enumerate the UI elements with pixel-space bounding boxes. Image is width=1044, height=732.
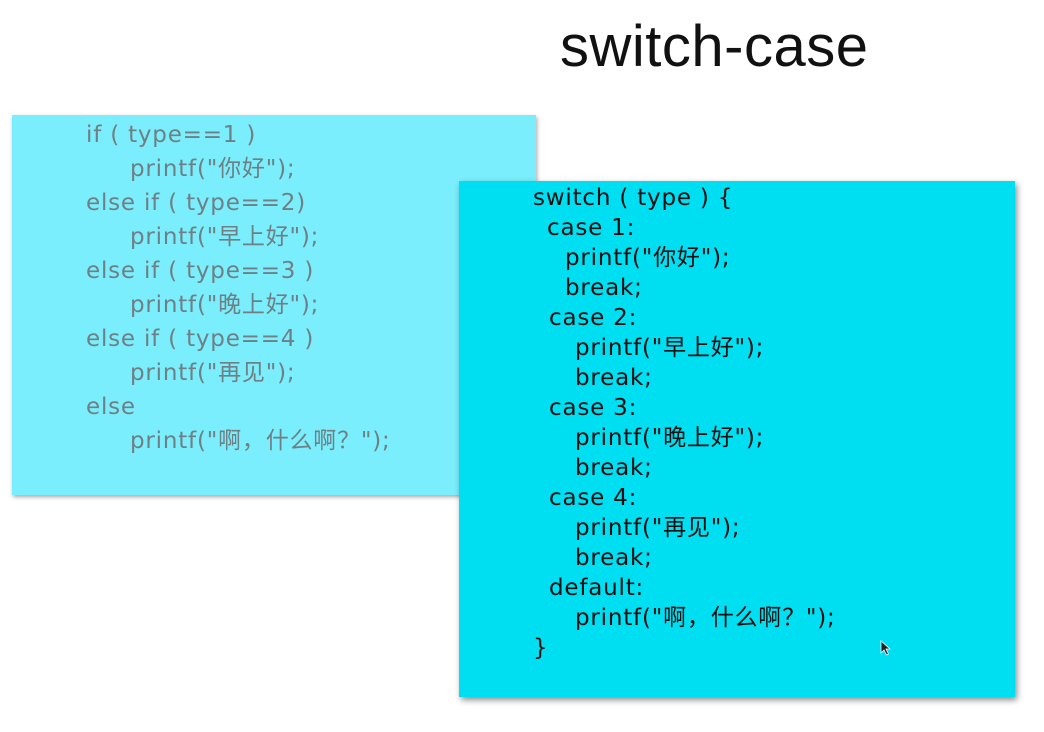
code-line: printf("早上好"); [130,224,320,250]
slide-title: switch-case [560,14,869,79]
code-line: if ( type==1 ) [86,122,257,148]
code-line: printf("啊，什么啊？"); [575,605,836,631]
code-line: printf("晚上好"); [130,292,320,318]
switch-case-code-panel: switch ( type ) { case 1: printf("你好"); … [459,181,1015,697]
code-line: else if ( type==3 ) [86,258,315,284]
mouse-cursor-icon [880,640,892,656]
code-line: switch ( type ) { [533,185,734,211]
code-line: printf("再见"); [575,515,741,541]
code-line: printf("早上好"); [575,335,765,361]
code-line: case 1: [547,215,636,241]
code-line: printf("你好"); [565,245,731,271]
code-line: else if ( type==2) [86,190,306,216]
code-line: case 4: [549,485,638,511]
code-line: break; [575,545,653,571]
code-line: printf("你好"); [130,156,296,182]
code-line: default: [549,575,645,601]
code-line: else [86,394,136,420]
code-line: printf("再见"); [130,360,296,386]
code-line: else if ( type==4 ) [86,326,315,352]
code-line: break; [575,365,653,391]
code-line: break; [575,455,653,481]
code-line: } [533,635,549,661]
code-line: case 2: [549,305,638,331]
code-line: break; [565,275,643,301]
code-line: printf("晚上好"); [575,425,765,451]
code-line: printf("啊，什么啊？"); [130,428,391,454]
code-line: case 3: [549,395,638,421]
if-else-code-panel: if ( type==1 ) printf("你好"); else if ( t… [12,115,536,495]
